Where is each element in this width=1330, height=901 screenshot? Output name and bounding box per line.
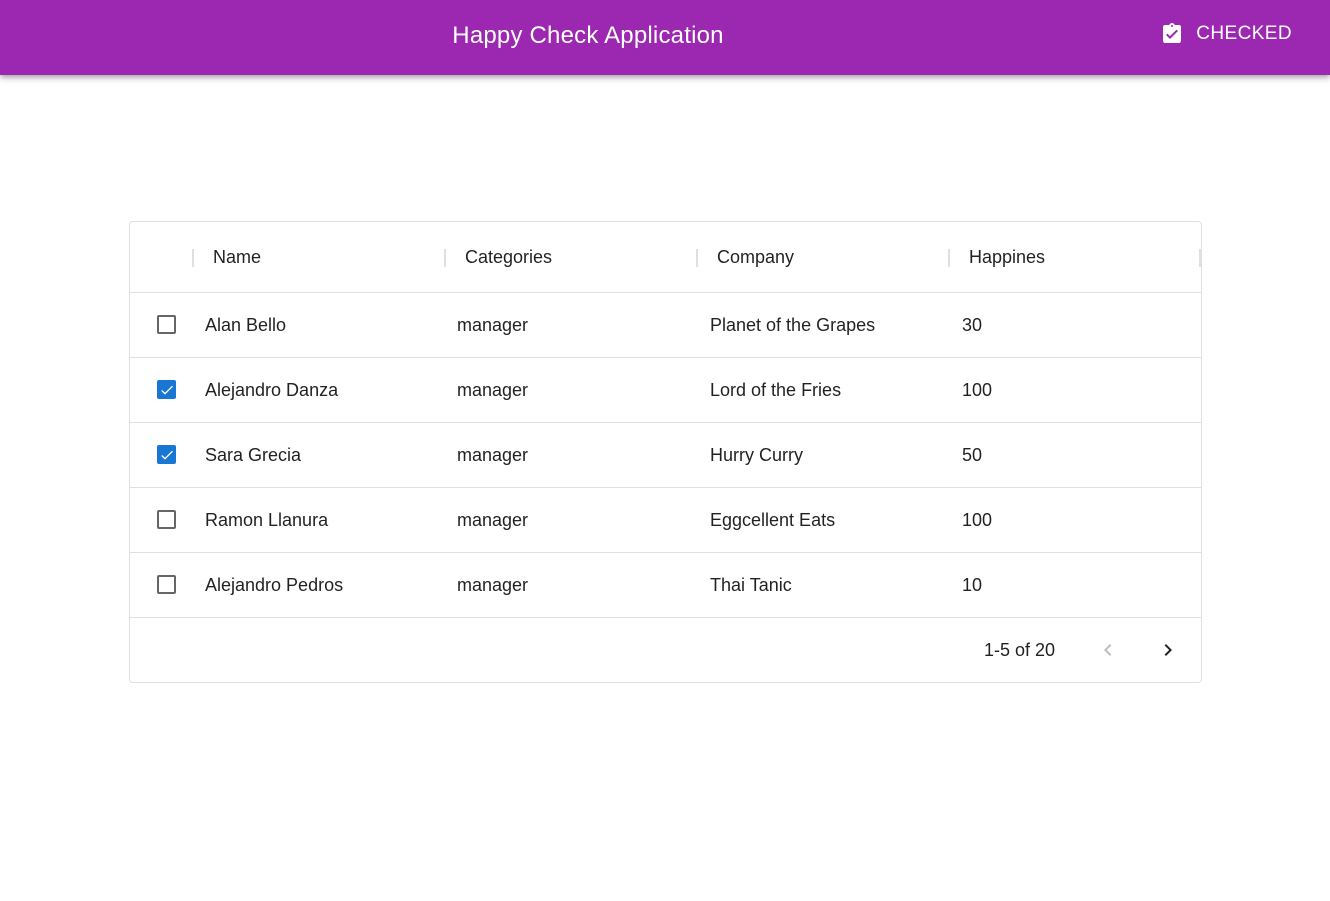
- column-header-happiness[interactable]: Happines: [969, 222, 1045, 293]
- column-separator[interactable]: [444, 249, 446, 267]
- checked-button[interactable]: CHECKED: [1150, 14, 1302, 54]
- column-header-categories[interactable]: Categories: [465, 222, 552, 293]
- cell-company: Eggcellent Eats: [710, 510, 836, 530]
- app-bar: Happy Check Application CHECKED: [0, 0, 1330, 75]
- cell-category: manager: [457, 380, 529, 400]
- column-separator[interactable]: [192, 249, 194, 267]
- column-separator[interactable]: [696, 249, 698, 267]
- cell-happiness: 50: [962, 445, 983, 465]
- cell-category: manager: [457, 510, 529, 530]
- chevron-right-icon: [1156, 638, 1180, 662]
- data-grid: Name Categories Company Happines Alan Be…: [129, 221, 1202, 683]
- row-checkbox[interactable]: [157, 315, 177, 335]
- grid-footer: 1-5 of 20: [130, 618, 1201, 682]
- checkbox-checked-icon: [157, 380, 176, 399]
- row-checkbox[interactable]: [157, 380, 177, 400]
- app-title: Happy Check Application: [452, 22, 724, 49]
- checkbox-empty-icon: [157, 315, 176, 334]
- cell-happiness: 30: [962, 315, 983, 335]
- cell-name: Sara Grecia: [205, 445, 302, 465]
- clipboard-check-icon: [1160, 22, 1184, 46]
- chevron-left-icon: [1096, 638, 1120, 662]
- cell-name: Alan Bello: [205, 315, 287, 335]
- checked-button-label: CHECKED: [1196, 23, 1292, 44]
- cell-name: Ramon Llanura: [205, 510, 329, 530]
- row-checkbox[interactable]: [157, 510, 177, 530]
- checkbox-empty-icon: [157, 575, 176, 594]
- table-row[interactable]: Alan Bello manager Planet of the Grapes …: [130, 293, 1201, 358]
- row-checkbox[interactable]: [157, 445, 177, 465]
- checkbox-empty-icon: [157, 510, 176, 529]
- pagination-range: 1-5 of 20: [984, 640, 1056, 660]
- cell-category: manager: [457, 315, 529, 335]
- table-row[interactable]: Ramon Llanura manager Eggcellent Eats 10…: [130, 488, 1201, 553]
- cell-happiness: 10: [962, 575, 983, 595]
- row-checkbox[interactable]: [157, 575, 177, 595]
- cell-company: Hurry Curry: [710, 445, 803, 465]
- cell-category: manager: [457, 575, 529, 595]
- previous-page-button[interactable]: [1092, 634, 1124, 666]
- column-separator[interactable]: [948, 249, 950, 267]
- table-row[interactable]: Alejandro Pedros manager Thai Tanic 10: [130, 553, 1201, 618]
- cell-happiness: 100: [962, 510, 993, 530]
- cell-name: Alejandro Danza: [205, 380, 339, 400]
- next-page-button[interactable]: [1152, 634, 1184, 666]
- grid-header-row: Name Categories Company Happines: [130, 222, 1201, 293]
- cell-happiness: 100: [962, 380, 993, 400]
- column-header-company[interactable]: Company: [717, 222, 794, 293]
- column-separator[interactable]: [1199, 249, 1201, 267]
- table-row[interactable]: Sara Grecia manager Hurry Curry 50: [130, 423, 1201, 488]
- cell-company: Thai Tanic: [710, 575, 792, 595]
- checkbox-checked-icon: [157, 445, 176, 464]
- cell-company: Lord of the Fries: [710, 380, 842, 400]
- cell-category: manager: [457, 445, 529, 465]
- cell-name: Alejandro Pedros: [205, 575, 344, 595]
- cell-company: Planet of the Grapes: [710, 315, 876, 335]
- table-row[interactable]: Alejandro Danza manager Lord of the Frie…: [130, 358, 1201, 423]
- column-header-name[interactable]: Name: [213, 222, 261, 293]
